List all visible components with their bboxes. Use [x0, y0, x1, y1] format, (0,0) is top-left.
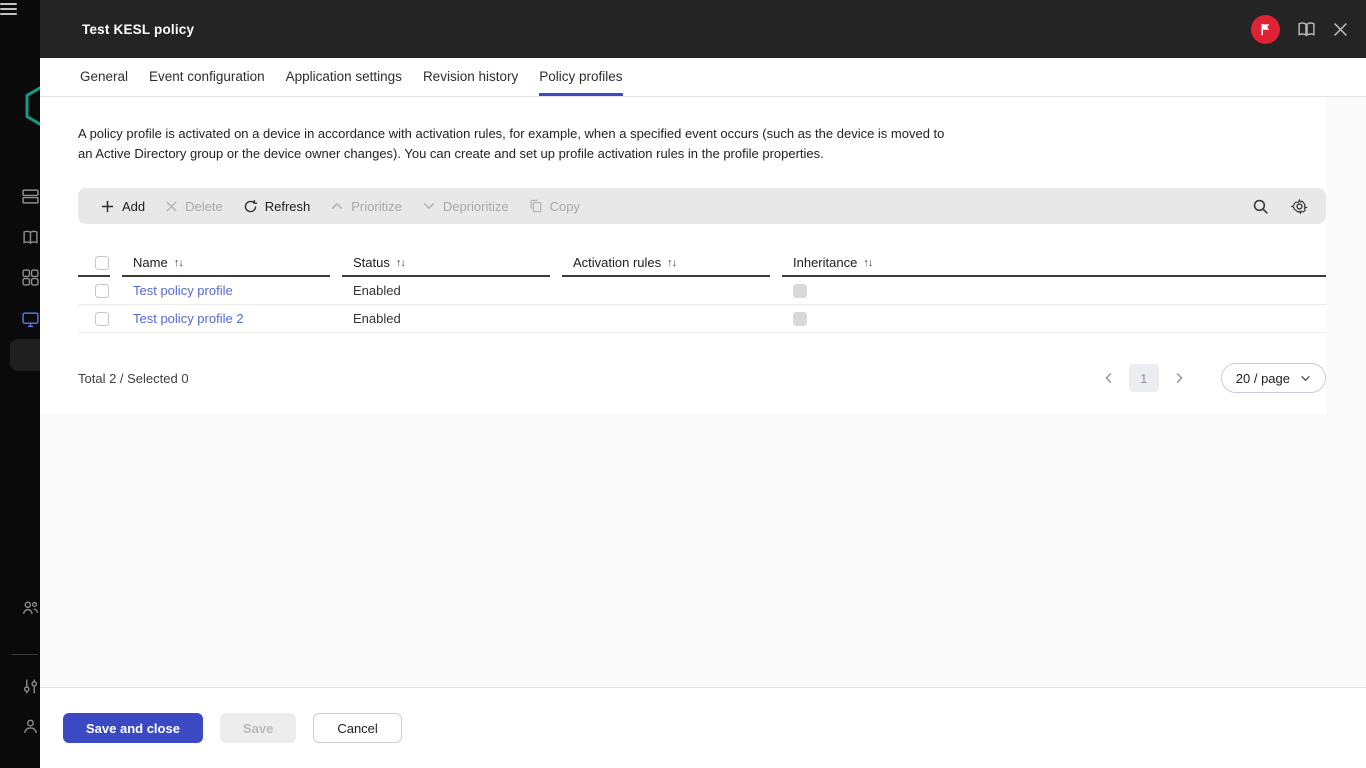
refresh-button[interactable]: Refresh: [233, 188, 321, 224]
inheritance-checkbox: [793, 312, 807, 326]
dialog-footer: Save and close Save Cancel: [40, 687, 1366, 768]
row-checkbox[interactable]: [95, 312, 109, 326]
menu-icon[interactable]: [0, 3, 17, 15]
delete-button[interactable]: Delete: [155, 188, 233, 224]
sort-icon[interactable]: ↑↓: [396, 257, 405, 269]
pagination-row: Total 2 / Selected 0 1 20 / page: [78, 363, 1326, 393]
tab-revision-history[interactable]: Revision history: [423, 58, 518, 96]
select-all-checkbox[interactable]: [95, 256, 109, 270]
gear-icon[interactable]: [1291, 198, 1308, 215]
copy-icon: [529, 199, 543, 213]
x-delete-icon: [165, 200, 178, 213]
kaspersky-hexagon-logo: [24, 82, 40, 135]
header-select-all-cell: [78, 250, 110, 277]
profile-status-cell: Enabled: [342, 305, 550, 332]
next-page-icon[interactable]: [1163, 372, 1195, 384]
page-size-select[interactable]: 20 / page: [1221, 363, 1326, 393]
prioritize-button[interactable]: Prioritize: [320, 188, 412, 224]
cancel-button[interactable]: Cancel: [313, 713, 401, 743]
devices-monitor-icon[interactable]: [22, 311, 39, 333]
row-select-cell: [78, 305, 110, 332]
prioritize-button-label: Prioritize: [351, 199, 402, 214]
activation-rules-cell: [562, 305, 770, 332]
current-page[interactable]: 1: [1129, 364, 1159, 392]
chevron-down-icon: [422, 199, 436, 213]
copy-button-label: Copy: [550, 199, 580, 214]
tab-bar: General Event configuration Application …: [40, 58, 1366, 97]
profile-status-cell: Enabled: [342, 277, 550, 304]
policy-editor-panel: Test KESL policy General Event configura…: [40, 0, 1366, 768]
profile-name-cell: Test policy profile: [122, 277, 330, 304]
plus-icon: [100, 199, 115, 214]
profile-name-cell: Test policy profile 2: [122, 305, 330, 332]
tab-policy-profiles[interactable]: Policy profiles: [539, 58, 622, 96]
help-book-icon[interactable]: [1297, 21, 1316, 38]
refresh-button-label: Refresh: [265, 199, 311, 214]
tab-application-settings[interactable]: Application settings: [286, 58, 402, 96]
column-header-name[interactable]: Name ↑↓: [122, 250, 330, 277]
profiles-description: A policy profile is activated on a devic…: [78, 124, 958, 164]
table-row: Test policy profile 2 Enabled: [78, 305, 1326, 333]
profile-link[interactable]: Test policy profile: [133, 283, 233, 298]
row-select-cell: [78, 277, 110, 304]
activation-rules-cell: [562, 277, 770, 304]
profiles-toolbar: Add Delete Refresh: [78, 188, 1326, 224]
inheritance-checkbox: [793, 284, 807, 298]
page-title: Test KESL policy: [82, 22, 194, 37]
tab-general[interactable]: General: [80, 58, 128, 96]
profiles-table: Name ↑↓ Status ↑↓ Activation rules ↑↓: [78, 250, 1326, 333]
add-button-label: Add: [122, 199, 145, 214]
save-and-close-button[interactable]: Save and close: [63, 713, 203, 743]
chevron-down-icon: [1300, 373, 1311, 384]
page-size-value: 20 / page: [1236, 371, 1290, 386]
inheritance-cell: [782, 277, 1326, 304]
previous-page-icon[interactable]: [1093, 372, 1125, 384]
delete-button-label: Delete: [185, 199, 223, 214]
copy-button[interactable]: Copy: [519, 188, 590, 224]
profile-link[interactable]: Test policy profile 2: [133, 311, 244, 326]
add-button[interactable]: Add: [90, 188, 155, 224]
table-row: Test policy profile Enabled: [78, 277, 1326, 305]
column-header-inheritance[interactable]: Inheritance ↑↓: [782, 250, 1326, 277]
column-header-activation-rules[interactable]: Activation rules ↑↓: [562, 250, 770, 277]
users-icon[interactable]: [22, 600, 39, 622]
inheritance-cell: [782, 305, 1326, 332]
chevron-up-icon: [330, 199, 344, 213]
column-header-status[interactable]: Status ↑↓: [342, 250, 550, 277]
app-sidebar: [0, 0, 40, 768]
policy-profiles-card: A policy profile is activated on a devic…: [40, 97, 1326, 415]
devices-hierarchy-icon[interactable]: [22, 188, 39, 210]
refresh-icon: [243, 199, 258, 214]
sort-icon[interactable]: ↑↓: [667, 257, 676, 269]
save-button[interactable]: Save: [220, 713, 296, 743]
console-settings-sliders-icon[interactable]: [22, 678, 39, 700]
search-icon[interactable]: [1252, 198, 1269, 215]
table-header-row: Name ↑↓ Status ↑↓ Activation rules ↑↓: [78, 250, 1326, 277]
dialog-header: Test KESL policy: [40, 0, 1366, 58]
sidebar-active-item-highlight[interactable]: [10, 339, 40, 371]
sidebar-divider: [12, 654, 38, 655]
account-person-icon[interactable]: [22, 718, 39, 740]
sort-icon[interactable]: ↑↓: [174, 257, 183, 269]
content-scroll-area: A policy profile is activated on a devic…: [40, 97, 1366, 687]
selection-summary: Total 2 / Selected 0: [78, 371, 189, 386]
deprioritize-button-label: Deprioritize: [443, 199, 509, 214]
deprioritize-button[interactable]: Deprioritize: [412, 188, 519, 224]
sort-icon[interactable]: ↑↓: [863, 257, 872, 269]
tab-event-configuration[interactable]: Event configuration: [149, 58, 265, 96]
close-icon[interactable]: [1333, 22, 1348, 37]
kaspersky-flag-logo[interactable]: [1251, 15, 1280, 44]
row-checkbox[interactable]: [95, 284, 109, 298]
reports-book-icon[interactable]: [22, 229, 39, 251]
pager: 1 20 / page: [1093, 363, 1326, 393]
dashboard-grid-icon[interactable]: [22, 269, 39, 291]
